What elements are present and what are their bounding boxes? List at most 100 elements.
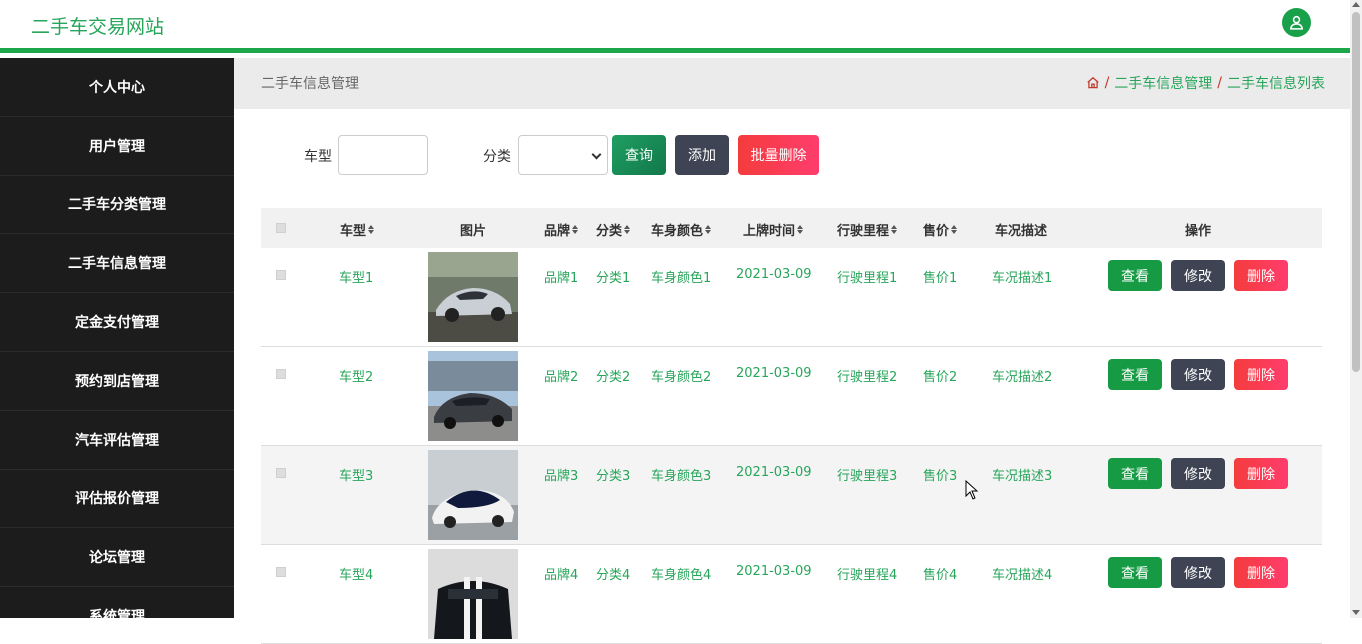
sidebar-item-store-appointment[interactable]: 预约到店管理: [0, 352, 234, 411]
row-checkbox[interactable]: [276, 270, 286, 280]
col-header-label: 图片: [460, 224, 487, 239]
sort-icon: [368, 225, 375, 234]
cell-model[interactable]: 车型1: [339, 267, 373, 286]
car-image: [428, 549, 518, 639]
cell-price: 售价4: [923, 568, 958, 583]
col-header-date[interactable]: 上牌时间: [743, 220, 804, 239]
edit-button[interactable]: 修改: [1171, 458, 1225, 489]
site-title: 二手车交易网站: [31, 16, 165, 38]
col-header-category[interactable]: 分类: [596, 220, 631, 239]
breadcrumb-item-car-list[interactable]: 二手车信息列表: [1227, 73, 1325, 93]
breadcrumb-item-car-info[interactable]: 二手车信息管理: [1114, 73, 1212, 93]
cell-brand: 品牌1: [544, 271, 579, 286]
scroll-up-icon[interactable]: [1352, 2, 1360, 7]
sort-icon: [951, 225, 958, 234]
search-bar: 车型 分类 查询 添加 批量删除: [234, 109, 1350, 199]
cell-brand: 品牌3: [544, 469, 579, 484]
cell-model[interactable]: 车型4: [339, 564, 373, 583]
sidebar-item-label: 定金支付管理: [75, 315, 159, 332]
cell-color: 车身颜色1: [651, 271, 712, 286]
select-all-checkbox[interactable]: [276, 223, 286, 233]
sidebar-item-label: 用户管理: [89, 138, 145, 155]
cell-date: 2021-03-09: [736, 366, 812, 381]
scrollbar-thumb[interactable]: [1352, 12, 1360, 372]
user-icon: [1290, 15, 1303, 30]
col-header-label: 车身颜色: [651, 224, 704, 239]
sidebar-item-forum[interactable]: 论坛管理: [0, 528, 234, 588]
cell-price: 售价3: [923, 469, 958, 484]
cell-category: 分类1: [596, 271, 631, 286]
col-header-brand[interactable]: 品牌: [544, 220, 579, 239]
table-row: 车型4 品牌4 分类4 车身颜色4 2021-03-09 行驶里程4 售价4 车…: [261, 545, 1322, 644]
col-header-label: 品牌: [544, 224, 571, 239]
sidebar-item-user-management[interactable]: 用户管理: [0, 117, 234, 176]
page-scrollbar[interactable]: [1350, 0, 1362, 618]
table-header: 车型 图片 品牌 分类 车身颜色 上牌时间 行驶里程 售价 车况描述 操作: [261, 208, 1322, 248]
col-header-label: 售价: [923, 224, 950, 239]
delete-button[interactable]: 删除: [1234, 359, 1288, 390]
model-search-input[interactable]: [338, 135, 428, 175]
cell-category: 分类2: [596, 370, 631, 385]
page-title: 二手车信息管理: [261, 76, 359, 92]
cell-color: 车身颜色4: [651, 568, 712, 583]
cell-model[interactable]: 车型2: [339, 366, 373, 385]
sidebar-item-label: 预约到店管理: [75, 373, 159, 390]
delete-button[interactable]: 删除: [1234, 260, 1288, 291]
model-label: 车型: [304, 149, 332, 165]
cell-price: 售价1: [923, 271, 958, 286]
table-row: 车型1 品牌1 分类1 车身颜色1 2021-03-09 行驶里程1 售价1 车…: [261, 248, 1322, 347]
sidebar-menu: 个人中心 用户管理 二手车分类管理 二手车信息管理 定金支付管理 预约到店管理 …: [0, 58, 234, 618]
row-checkbox[interactable]: [276, 369, 286, 379]
sidebar-item-car-category[interactable]: 二手车分类管理: [0, 176, 234, 235]
sidebar-item-label: 汽车评估管理: [75, 432, 159, 449]
cell-condition: 车况描述2: [992, 370, 1053, 385]
view-button[interactable]: 查看: [1108, 359, 1162, 390]
edit-button[interactable]: 修改: [1171, 557, 1225, 588]
cell-price: 售价2: [923, 370, 958, 385]
cell-category: 分类4: [596, 568, 631, 583]
delete-button[interactable]: 删除: [1234, 557, 1288, 588]
sidebar-item-system[interactable]: 系统管理: [0, 587, 234, 618]
sidebar-item-label: 评估报价管理: [75, 491, 159, 508]
cell-color: 车身颜色2: [651, 370, 712, 385]
cell-brand: 品牌2: [544, 370, 579, 385]
batch-delete-button[interactable]: 批量删除: [738, 135, 819, 175]
sidebar-item-label: 个人中心: [89, 79, 145, 96]
edit-button[interactable]: 修改: [1171, 260, 1225, 291]
edit-button[interactable]: 修改: [1171, 359, 1225, 390]
col-header-model[interactable]: 车型: [340, 220, 375, 239]
col-header-color[interactable]: 车身颜色: [651, 220, 712, 239]
sidebar-item-car-info[interactable]: 二手车信息管理: [0, 234, 234, 294]
chevron-down-icon: [591, 149, 602, 160]
col-header-price[interactable]: 售价: [923, 220, 958, 239]
sort-icon: [891, 225, 898, 234]
view-button[interactable]: 查看: [1108, 260, 1162, 291]
home-icon[interactable]: [1086, 76, 1100, 90]
sidebar-item-deposit-payment[interactable]: 定金支付管理: [0, 293, 234, 352]
view-button[interactable]: 查看: [1108, 458, 1162, 489]
table-row: 车型2 品牌2 分类2 车身颜色2 2021-03-09 行驶里程2 售价2 车…: [261, 347, 1322, 446]
sidebar-item-personal-center[interactable]: 个人中心: [0, 58, 234, 117]
cell-model[interactable]: 车型3: [339, 465, 373, 484]
car-image: [428, 450, 518, 540]
row-checkbox[interactable]: [276, 567, 286, 577]
col-header-mileage[interactable]: 行驶里程: [837, 220, 898, 239]
user-avatar[interactable]: [1282, 8, 1311, 37]
car-image: [428, 351, 518, 441]
row-checkbox[interactable]: [276, 468, 286, 478]
sidebar-item-evaluation-quote[interactable]: 评估报价管理: [0, 470, 234, 529]
sidebar-item-car-evaluation[interactable]: 汽车评估管理: [0, 411, 234, 470]
cell-mileage: 行驶里程4: [837, 568, 898, 583]
scroll-down-icon[interactable]: [1352, 610, 1360, 615]
category-select[interactable]: [518, 135, 608, 175]
sidebar-item-label: 论坛管理: [89, 550, 145, 567]
delete-button[interactable]: 删除: [1234, 458, 1288, 489]
cell-category: 分类3: [596, 469, 631, 484]
col-header-label: 分类: [596, 224, 623, 239]
col-header-label: 行驶里程: [837, 224, 890, 239]
add-button[interactable]: 添加: [675, 135, 729, 175]
query-button[interactable]: 查询: [612, 135, 666, 175]
sort-icon: [624, 225, 631, 234]
view-button[interactable]: 查看: [1108, 557, 1162, 588]
car-info-table: 车型 图片 品牌 分类 车身颜色 上牌时间 行驶里程 售价 车况描述 操作 车型…: [261, 208, 1322, 644]
